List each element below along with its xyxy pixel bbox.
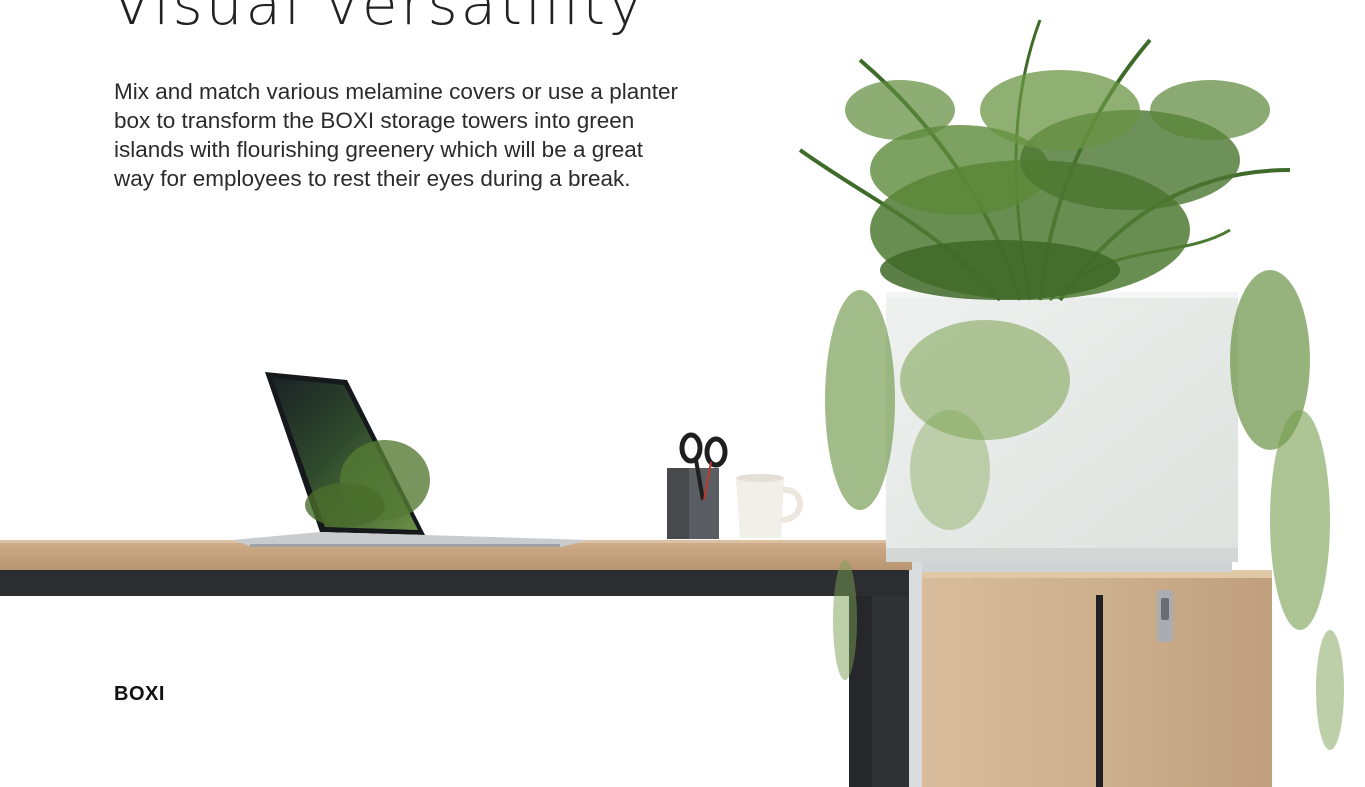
description-paragraph: Mix and match various melamine covers or… (114, 79, 678, 191)
storage-cabinet (922, 560, 1272, 787)
laptop (232, 372, 590, 547)
coffee-mug (736, 474, 803, 538)
desk-organizer (667, 432, 728, 539)
page-heading: Visual versatility (112, 0, 646, 38)
brochure-page: Visual versatility Mix and match various… (0, 0, 1365, 787)
desk-frame (0, 560, 927, 787)
product-name-label: BOXI (114, 683, 165, 705)
